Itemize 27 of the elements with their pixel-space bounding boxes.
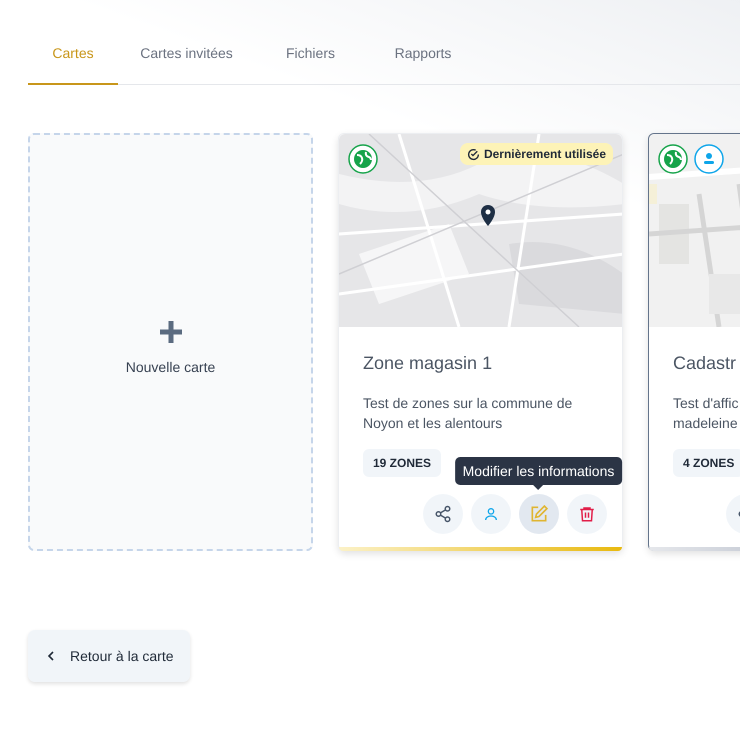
map-card[interactable]: Dernièrement utilisée Zone magasin 1 Test de zones sur la commune de Noyon et les alentours 19 ZONES Modifier les informations (338, 133, 623, 551)
recent-badge: Dernièrement utilisée (460, 143, 613, 165)
chevron-left-icon (46, 651, 56, 661)
zone-count: 19 ZONES (363, 449, 442, 477)
trash-icon (578, 505, 596, 523)
new-map-button[interactable]: Nouvelle carte (28, 133, 313, 551)
card-title: Cadastr (673, 353, 738, 374)
card-description: Test d'affic madeleine (673, 394, 740, 433)
edit-button[interactable] (518, 494, 558, 534)
members-button[interactable] (470, 494, 510, 534)
delete-button[interactable] (566, 494, 606, 534)
tooltip: Modifier les informations (454, 457, 622, 490)
share-icon (434, 505, 452, 523)
back-button[interactable]: Retour à la carte (28, 630, 190, 682)
plus-icon (158, 318, 184, 344)
card-title: Zone magasin 1 (363, 353, 494, 374)
share-button[interactable] (422, 494, 462, 534)
globe-icon (658, 144, 688, 174)
globe-icon (348, 144, 378, 174)
zone-count: 4 ZONES (673, 449, 740, 477)
edit-icon (528, 504, 548, 524)
map-card[interactable]: Cadastr Test d'affic madeleine 4 ZONES (648, 133, 740, 551)
user-icon (482, 506, 498, 522)
card-description: Test de zones sur la commune de Noyon et les alentours (363, 394, 574, 433)
tab[interactable]: Cartes invitées (118, 27, 255, 85)
tab[interactable]: Fichiers (255, 27, 366, 85)
tab[interactable]: Rapports (366, 27, 480, 85)
